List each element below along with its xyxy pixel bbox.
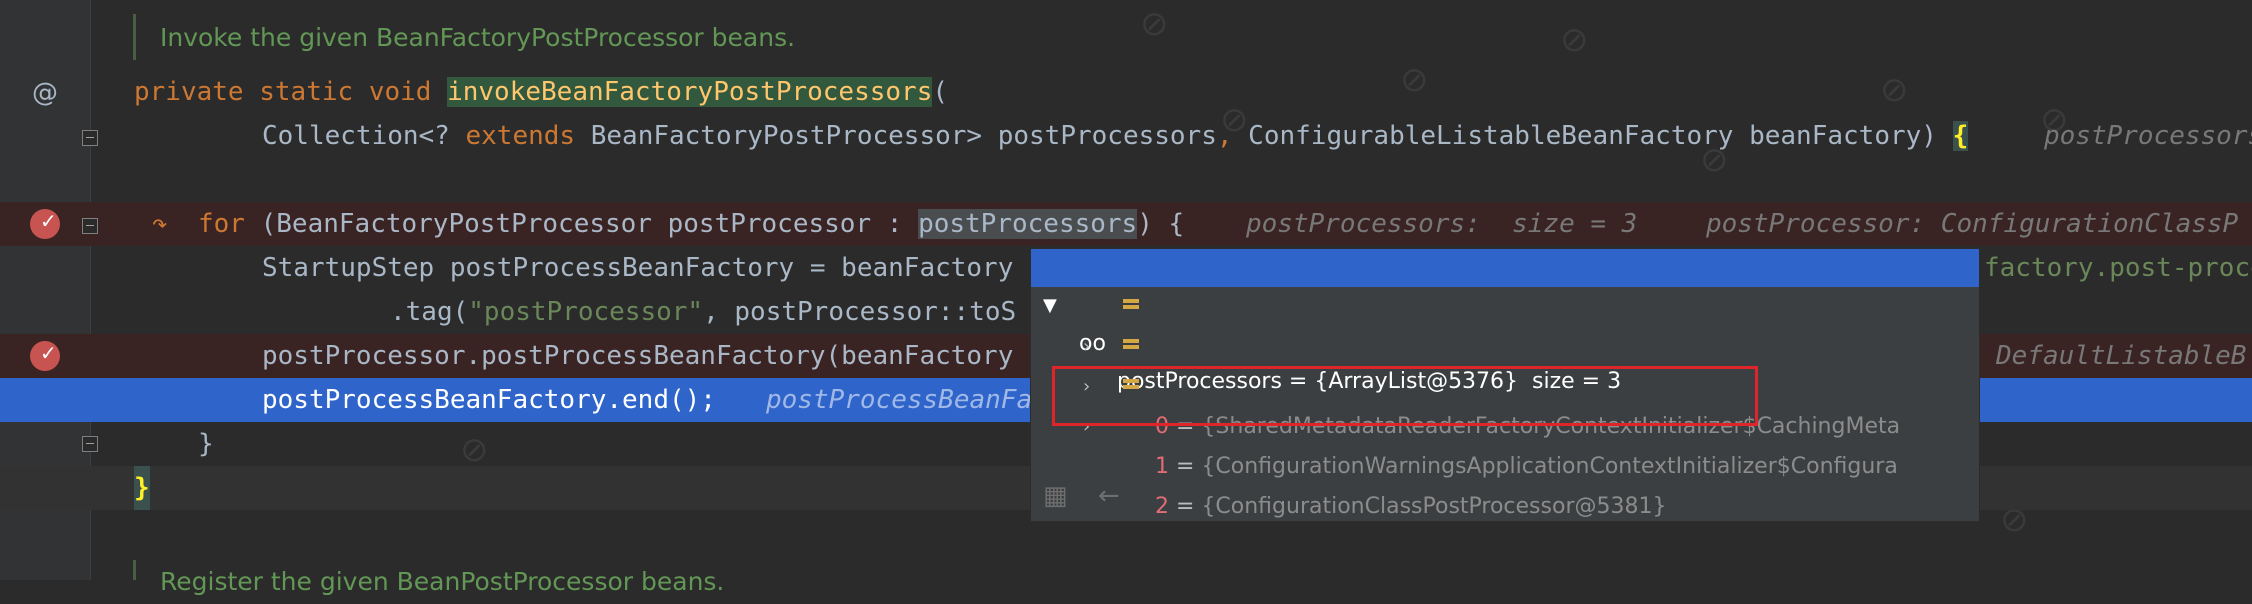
field-icon	[1123, 339, 1139, 355]
node-eq: =	[1169, 454, 1202, 479]
node-index: 2	[1155, 494, 1169, 519]
node-eq: =	[1169, 494, 1202, 519]
code-line-doc-bottom: Register the given BeanPostProcessor bea…	[0, 560, 2252, 604]
matched-brace: }	[134, 466, 150, 510]
doc-comment: Register the given BeanPostProcessor bea…	[160, 567, 725, 596]
comma: ,	[1216, 121, 1233, 151]
for-text: (BeanFactoryPostProcessor postProcessor …	[244, 209, 919, 239]
code-line-signature[interactable]: private static void invokeBeanFactoryPos…	[0, 70, 2252, 114]
matched-brace: {	[1952, 121, 1969, 151]
for-text: ) {	[1137, 209, 1185, 239]
code-text: postProcessBeanFactory.end();	[262, 385, 716, 415]
loop-icon: ↷	[152, 209, 168, 239]
closing-brace: }	[198, 429, 214, 459]
inline-value-hint: postProcessors: size = 3	[1246, 209, 1638, 239]
code-text-tail: factory.post-proces	[1984, 253, 2252, 283]
code-text-tail: DefaultListableB	[1996, 341, 2247, 371]
param-type: Collection<?	[262, 121, 466, 151]
param-text: BeanFactoryPostProcessor> postProcessors	[575, 121, 1217, 151]
code-text: , postProcessor::toS	[703, 297, 1017, 327]
node-value: {ConfigurationWarningsApplicationContext…	[1201, 454, 1898, 479]
method-name[interactable]: invokeBeanFactoryPostProcessors	[447, 77, 933, 107]
popup-back-icon[interactable]: ←	[1098, 481, 1120, 511]
code-line-for[interactable]: ✓ ↷ for (BeanFactoryPostProcessor postPr…	[0, 202, 2252, 246]
field-icon	[1123, 299, 1139, 315]
highlighted-variable[interactable]: postProcessors	[918, 209, 1138, 239]
breakpoint-icon[interactable]: ✓	[30, 341, 60, 371]
popup-pin-icon[interactable]: ▦	[1043, 481, 1068, 511]
inline-hint: postProcessors	[2044, 121, 2252, 151]
open-paren: (	[932, 77, 949, 107]
keyword: for	[198, 209, 245, 239]
inline-value-hint: postProcessor: ConfigurationClassP	[1706, 209, 2239, 239]
popup-toolbar: ▦ ←	[1043, 481, 1120, 511]
param-text: ConfigurableListableBeanFactory beanFact…	[1232, 121, 1953, 151]
code-line-params[interactable]: Collection<? extends BeanFactoryPostProc…	[0, 114, 2252, 158]
highlight-annotation-box	[1052, 366, 1758, 426]
keyword: void	[368, 77, 432, 107]
keyword: static	[259, 77, 354, 107]
string-literal: "postProcessor"	[468, 297, 704, 327]
breakpoint-check-icon: ✓	[40, 341, 57, 365]
node-index: 1	[1155, 454, 1169, 479]
keyword: private	[134, 77, 244, 107]
code-line-doc-top: Invoke the given BeanFactoryPostProcesso…	[0, 16, 2252, 60]
node-value: {ConfigurationClassPostProcessor@5381}	[1201, 494, 1667, 519]
code-text: .tag(	[390, 297, 469, 327]
doc-comment: Invoke the given BeanFactoryPostProcesso…	[160, 23, 796, 52]
code-text: postProcessor.postProcessBeanFactory(bea…	[262, 341, 1014, 371]
breakpoint-check-icon: ✓	[40, 209, 57, 233]
tree-node-1[interactable]: › 1 = {ConfigurationWarningsApplicationC…	[1031, 327, 1979, 479]
tree-node-0[interactable]: › 0 = {SharedMetadataReaderFactoryContex…	[1031, 287, 1979, 439]
breakpoint-icon[interactable]: ✓	[30, 209, 60, 239]
keyword: extends	[465, 121, 576, 151]
inline-value-hint: postProcessBeanFa	[766, 385, 1033, 415]
popup-header[interactable]: ▼ oo postProcessors = {ArrayList@5376} s…	[1031, 249, 1979, 394]
fold-toggle-icon[interactable]	[82, 218, 98, 234]
code-text: StartupStep postProcessBeanFactory = bea…	[262, 253, 1014, 283]
